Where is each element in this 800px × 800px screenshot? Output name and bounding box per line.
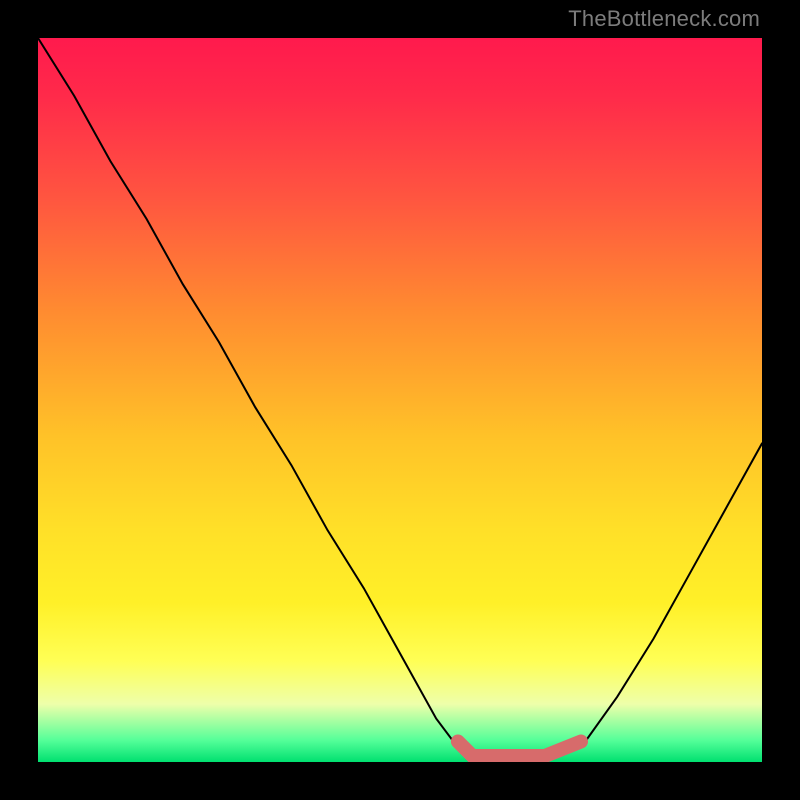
watermark-text: TheBottleneck.com (568, 6, 760, 32)
curve-layer (38, 38, 762, 762)
plot-area (38, 38, 762, 762)
bottleneck-curve (38, 38, 762, 762)
optimal-range-marker (458, 742, 581, 757)
chart-frame: TheBottleneck.com (0, 0, 800, 800)
